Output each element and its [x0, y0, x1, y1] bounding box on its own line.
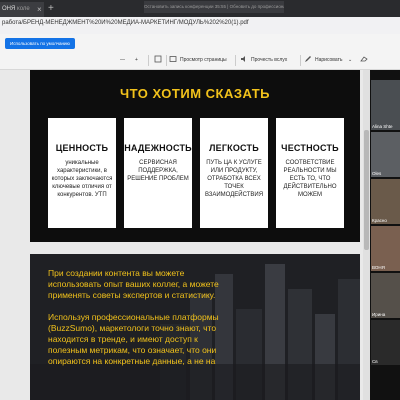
browser-tab[interactable]: ОНЯ коле ×	[0, 2, 44, 17]
toolbar-divider	[148, 55, 149, 66]
card-heading: ЧЕСТНОСТЬ	[281, 143, 339, 153]
card-heading: ЛЕГКОСТЬ	[209, 143, 259, 153]
view-page-icon	[169, 56, 177, 62]
toolbar-divider	[300, 55, 301, 66]
paragraph: Используя профессиональные платформы (Bu…	[48, 312, 219, 366]
card-ease: ЛЕГКОСТЬ ПУТЬ ЦА К УСЛУГЕ ИЛИ ПРОДУКТУ, …	[200, 118, 268, 228]
tab-title: ОНЯ	[2, 6, 16, 12]
view-page-button[interactable]: Просмотр страницы	[180, 56, 227, 64]
new-tab-icon[interactable]: +	[48, 3, 54, 15]
address-bar[interactable]: работа/БРЕНД-МЕНЕДЖМЕНТ%20И%20МЕДИА-МАРК…	[0, 17, 400, 34]
participant-name: Св	[372, 359, 378, 364]
participant-tile[interactable]: Alina Shte	[371, 80, 400, 130]
card-value: ЦЕННОСТЬ уникальные характеристики, в ко…	[48, 118, 116, 228]
fit-page-icon[interactable]	[154, 55, 162, 63]
zoom-out-icon[interactable]: —	[120, 56, 125, 64]
card-heading: НАДЕЖНОСТЬ	[124, 143, 192, 153]
participant-name: Ирина	[372, 312, 386, 317]
scrollbar-thumb[interactable]	[364, 130, 369, 250]
draw-button[interactable]: Нарисовать	[315, 56, 342, 64]
read-aloud-icon	[241, 56, 245, 62]
slide-what-we-say: ЧТО ХОТИМ СКАЗАТЬ ЦЕННОСТЬ уникальные ха…	[30, 70, 360, 242]
slide-title: ЧТО ХОТИМ СКАЗАТЬ	[119, 86, 271, 101]
toolbar-divider	[235, 55, 236, 66]
card-reliability: НАДЕЖНОСТЬ СЕРВИСНАЯ ПОДДЕРЖКА, РЕШЕНИЕ …	[124, 118, 192, 228]
card-body: уникальные характеристики, в которых зак…	[51, 160, 113, 198]
participant-name: Красно	[372, 218, 387, 223]
toolbar-divider	[166, 55, 167, 66]
card-body: ПУТЬ ЦА К УСЛУГЕ ИЛИ ПРОДУКТУ, ОТРАБОТКА…	[204, 160, 264, 198]
read-aloud-button[interactable]: Прочесть вслух	[251, 56, 287, 64]
toolbar-tools-row: — + Просмотр страницы Прочесть вслух Нар…	[0, 52, 400, 70]
participant-name: Alina Shte	[372, 124, 393, 129]
participant-name: Oles	[372, 171, 382, 176]
pdf-page: ЧТО ХОТИМ СКАЗАТЬ ЦЕННОСТЬ уникальные ха…	[30, 70, 360, 400]
participant-tile[interactable]: ВОНЯ	[371, 226, 400, 271]
participant-tile[interactable]: Св	[371, 320, 400, 365]
card-body: СЕРВИСНАЯ ПОДДЕРЖКА, РЕШЕНИЕ ПРОБЛЕМ	[127, 160, 189, 182]
chevron-down-icon[interactable]: ⌄	[348, 56, 352, 64]
card-honesty: ЧЕСТНОСТЬ СООТВЕТСТВИЕ РЕАЛЬНОСТИ МЫ ЕСТ…	[276, 118, 344, 228]
participants-panel: Alina Shte Oles Красно ВОНЯ Ирина Св	[370, 70, 400, 400]
participant-tile[interactable]: Ирина	[371, 273, 400, 318]
paragraph: При создании контента вы можете использо…	[48, 268, 219, 300]
url-text[interactable]: работа/БРЕНД-МЕНЕДЖМЕНТ%20И%20МЕДИА-МАРК…	[2, 20, 249, 26]
eraser-icon[interactable]	[360, 55, 368, 63]
draw-icon	[305, 56, 311, 62]
participant-tile[interactable]: Oles	[371, 132, 400, 177]
tab-subtitle: коле	[17, 6, 30, 12]
participant-name: ВОНЯ	[372, 265, 385, 270]
card-heading: ЦЕННОСТЬ	[55, 143, 109, 153]
pdf-viewer[interactable]: ЧТО ХОТИМ СКАЗАТЬ ЦЕННОСТЬ уникальные ха…	[0, 70, 370, 400]
page-gap	[30, 242, 360, 254]
close-icon[interactable]: ×	[37, 5, 42, 14]
set-default-button[interactable]: Использовать по умолчанию	[5, 38, 75, 49]
pdf-toolbar: Использовать по умолчанию — + Просмотр с…	[0, 34, 400, 70]
screen: ОНЯ коле × + Остановить запись конференц…	[0, 0, 400, 400]
recording-notification[interactable]: Остановить запись конференции 35:55 | Об…	[144, 1, 284, 13]
slide-text: При создании контента вы можете использо…	[48, 268, 223, 378]
slide-content-creation: При создании контента вы можете использо…	[30, 254, 360, 400]
vertical-scrollbar[interactable]	[363, 70, 370, 400]
zoom-in-icon[interactable]: +	[135, 56, 138, 64]
browser-tab-strip: ОНЯ коле × + Остановить запись конференц…	[0, 0, 400, 17]
participant-tile[interactable]: Красно	[371, 179, 400, 224]
card-body: СООТВЕТСТВИЕ РЕАЛЬНОСТИ МЫ ЕСТЬ ТО, ЧТО …	[283, 160, 337, 198]
